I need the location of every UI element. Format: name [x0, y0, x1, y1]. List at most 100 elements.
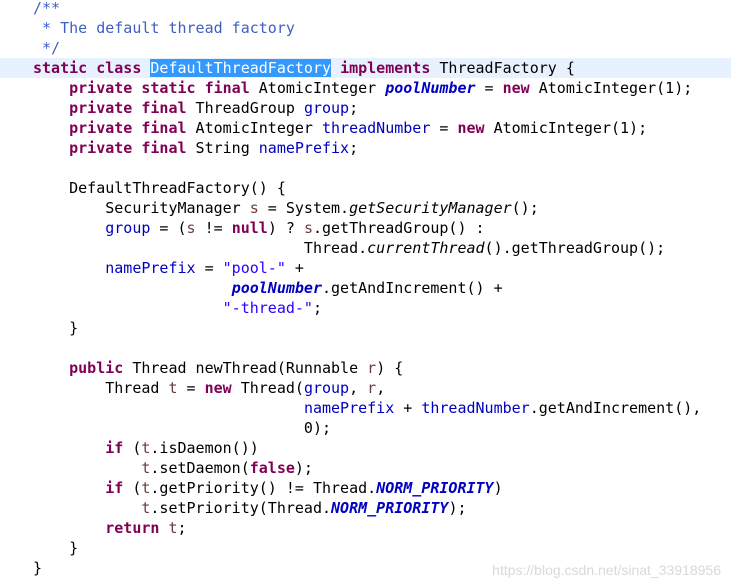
- code-token: DefaultThreadFactory() {: [33, 179, 286, 197]
- code-token: /**: [33, 0, 61, 17]
- code-line[interactable]: return t;: [0, 518, 731, 538]
- code-token: namePrefix: [258, 139, 350, 157]
- code-token: ): [493, 479, 503, 497]
- code-token: =: [430, 119, 458, 137]
- code-token: r: [367, 359, 377, 377]
- code-token: static: [141, 79, 196, 97]
- code-line[interactable]: static class DefaultThreadFactory implem…: [0, 58, 731, 78]
- code-line[interactable]: group = (s != null) ? s.getThreadGroup()…: [0, 218, 731, 238]
- code-token: currentThread: [367, 239, 485, 257]
- code-line[interactable]: if (t.getPriority() != Thread.NORM_PRIOR…: [0, 478, 731, 498]
- code-token: ;: [312, 299, 322, 317]
- code-token: +: [285, 259, 304, 277]
- code-token: ThreadGroup: [186, 99, 304, 117]
- code-line[interactable]: Thread t = new Thread(group, r,: [0, 378, 731, 398]
- code-line[interactable]: private final AtomicInteger threadNumber…: [0, 118, 731, 138]
- code-line[interactable]: * The default thread factory: [0, 18, 731, 38]
- code-editor[interactable]: /** * The default thread factory */stati…: [0, 0, 731, 588]
- code-token: private: [69, 99, 133, 117]
- code-line[interactable]: 0);: [0, 418, 731, 438]
- code-token: = (: [150, 219, 187, 237]
- code-token: ;: [349, 139, 359, 157]
- code-line[interactable]: Thread.currentThread().getThreadGroup();: [0, 238, 731, 258]
- code-token: new: [204, 379, 232, 397]
- code-token: ,: [349, 379, 368, 397]
- code-line[interactable]: private final String namePrefix;: [0, 138, 731, 158]
- code-token: return: [105, 519, 160, 537]
- code-area[interactable]: /** * The default thread factory */stati…: [0, 0, 731, 578]
- code-token: group: [303, 99, 350, 117]
- code-token: ;: [349, 99, 359, 117]
- code-line[interactable]: namePrefix + threadNumber.getAndIncremen…: [0, 398, 731, 418]
- code-line[interactable]: private static final AtomicInteger poolN…: [0, 78, 731, 98]
- code-token: s: [303, 219, 313, 237]
- code-line[interactable]: [0, 338, 731, 358]
- code-token: ().getThreadGroup();: [484, 239, 666, 257]
- code-token: .setDaemon(: [150, 459, 250, 477]
- code-token: AtomicInteger(1);: [529, 79, 693, 97]
- code-line[interactable]: */: [0, 38, 731, 58]
- code-token: class: [96, 59, 142, 77]
- code-token: threadNumber: [421, 399, 530, 417]
- code-line[interactable]: "-thread-";: [0, 298, 731, 318]
- code-token: private: [69, 79, 133, 97]
- code-token: s: [249, 199, 259, 217]
- code-token: t: [168, 519, 178, 537]
- code-token: public: [69, 359, 124, 377]
- code-token: .getAndIncrement() +: [322, 279, 503, 297]
- code-line[interactable]: [0, 158, 731, 178]
- code-token: group: [303, 379, 350, 397]
- code-line[interactable]: SecurityManager s = System.getSecurityMa…: [0, 198, 731, 218]
- code-token: getSecurityManager: [349, 199, 512, 217]
- code-token: namePrefix: [303, 399, 395, 417]
- code-token: AtomicInteger(1);: [484, 119, 648, 137]
- code-token: ;: [177, 519, 187, 537]
- code-token: null: [231, 219, 268, 237]
- code-token: 0);: [33, 419, 332, 437]
- code-token: poolNumber: [231, 279, 322, 297]
- code-token: threadNumber: [322, 119, 431, 137]
- code-line[interactable]: poolNumber.getAndIncrement() +: [0, 278, 731, 298]
- code-token: final: [141, 139, 187, 157]
- code-line[interactable]: private final ThreadGroup group;: [0, 98, 731, 118]
- code-token: +: [394, 399, 422, 417]
- code-token: =: [177, 379, 205, 397]
- code-token: SecurityManager: [33, 199, 250, 217]
- code-token: }: [33, 319, 79, 337]
- code-token: .isDaemon()): [150, 439, 259, 457]
- selected-text: DefaultThreadFactory: [150, 59, 332, 77]
- watermark: https://blog.csdn.net/sinat_33918956: [492, 562, 721, 578]
- code-line[interactable]: t.setDaemon(false);: [0, 458, 731, 478]
- code-line[interactable]: }: [0, 538, 731, 558]
- code-line[interactable]: t.setPriority(Thread.NORM_PRIORITY);: [0, 498, 731, 518]
- code-token: ) ?: [267, 219, 304, 237]
- code-line[interactable]: /**: [0, 0, 731, 18]
- code-token: ) {: [376, 359, 404, 377]
- code-token: .getPriority() != Thread.: [150, 479, 377, 497]
- code-token: (: [123, 479, 142, 497]
- code-token: namePrefix: [105, 259, 196, 277]
- code-token: */: [33, 39, 61, 57]
- code-token: group: [105, 219, 151, 237]
- code-line[interactable]: DefaultThreadFactory() {: [0, 178, 731, 198]
- code-token: static: [33, 59, 88, 77]
- code-token: if: [105, 439, 124, 457]
- code-token: NORM_PRIORITY: [376, 479, 494, 497]
- code-line[interactable]: namePrefix = "pool-" +: [0, 258, 731, 278]
- code-line[interactable]: if (t.isDaemon()): [0, 438, 731, 458]
- code-token: =: [195, 259, 223, 277]
- code-line[interactable]: public Thread newThread(Runnable r) {: [0, 358, 731, 378]
- code-token: new: [502, 79, 530, 97]
- code-line[interactable]: }: [0, 318, 731, 338]
- code-token: NORM_PRIORITY: [331, 499, 449, 517]
- code-token: ThreadFactory {: [430, 59, 575, 77]
